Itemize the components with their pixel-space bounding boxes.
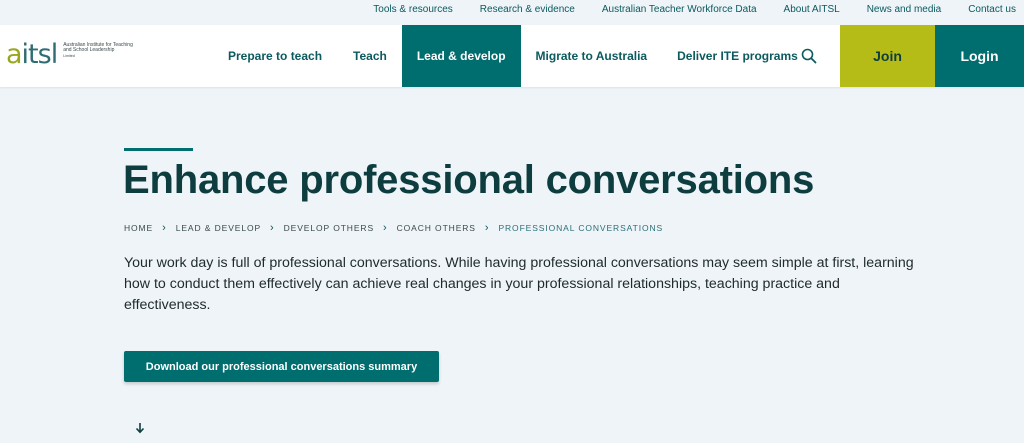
utility-link-contact[interactable]: Contact us [968,4,1016,15]
download-summary-button[interactable]: Download our professional conversations … [124,351,439,382]
arrow-down-icon [135,423,145,434]
logo-tagline-text: Australian Institute for Teaching and Sc… [63,42,133,54]
utility-link-tools-resources[interactable]: Tools & resources [373,4,452,15]
join-button[interactable]: Join [840,25,935,87]
nav-item-prepare-to-teach[interactable]: Prepare to teach [214,25,338,87]
scroll-down-button[interactable] [133,420,147,436]
utility-link-news-media[interactable]: News and media [867,4,941,15]
nav-item-lead-develop[interactable]: Lead & develop [401,25,521,87]
search-button[interactable] [793,25,825,87]
search-icon [801,48,817,64]
main-nav: aitsl Australian Institute for Teaching … [0,25,1024,87]
logo-wordmark-a: a [6,39,23,70]
primary-nav: Prepare to teach Teach Lead & develop Mi… [214,25,813,87]
nav-item-deliver-ite-programs[interactable]: Deliver ITE programs [662,25,813,87]
utility-link-workforce-data[interactable]: Australian Teacher Workforce Data [602,4,757,15]
login-button[interactable]: Login [935,25,1024,87]
nav-item-migrate-to-australia[interactable]: Migrate to Australia [521,25,663,87]
breadcrumb-develop-others[interactable]: DEVELOP OTHERS [284,223,374,233]
intro-paragraph: Your work day is full of professional co… [124,255,914,313]
breadcrumb-home[interactable]: HOME [124,223,153,233]
utility-link-about[interactable]: About AITSL [784,4,840,15]
title-accent-rule [124,148,193,151]
breadcrumb-current-page: PROFESSIONAL CONVERSATIONS [498,223,664,233]
utility-nav: Tools & resources Research & evidence Au… [373,4,1016,15]
chevron-right-icon: › [162,222,167,234]
page-title: Enhance professional conversations [123,158,815,202]
nav-item-teach[interactable]: Teach [338,25,402,87]
chevron-right-icon: › [383,222,388,234]
logo-wordmark: aitsl [6,39,59,70]
breadcrumb-lead-develop[interactable]: LEAD & DEVELOP [176,223,261,233]
chevron-right-icon: › [270,222,275,234]
utility-link-research-evidence[interactable]: Research & evidence [480,4,575,15]
logo-wordmark-rest: itsl [21,39,59,70]
logo-tagline: Australian Institute for Teaching and Sc… [63,42,133,59]
breadcrumb: HOME › LEAD & DEVELOP › DEVELOP OTHERS ›… [124,222,664,234]
chevron-right-icon: › [484,222,490,234]
logo-tagline-small: Limited [63,53,75,58]
utility-bar: Tools & resources Research & evidence Au… [0,0,1024,22]
aitsl-logo[interactable]: aitsl Australian Institute for Teaching … [6,41,133,68]
breadcrumb-coach-others[interactable]: COACH OTHERS [397,223,476,233]
